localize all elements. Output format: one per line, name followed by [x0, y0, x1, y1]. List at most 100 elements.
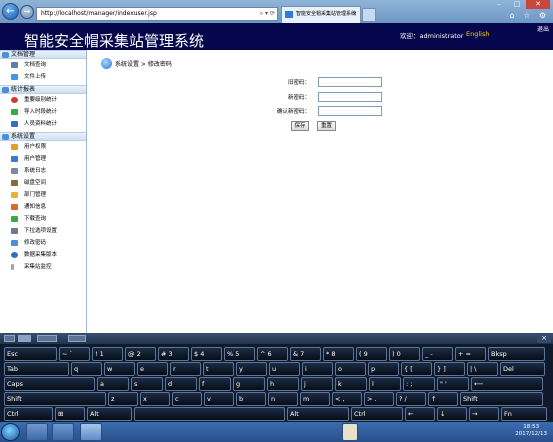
key-del[interactable]: Del	[500, 362, 545, 376]
reset-button[interactable]: 重置	[317, 121, 336, 131]
sidebar-item-disk[interactable]: 磁盘空间	[0, 177, 86, 189]
key-esc[interactable]: Esc	[4, 347, 57, 361]
key-h[interactable]: h	[267, 377, 299, 391]
key-sym1-12[interactable]: } ]	[434, 362, 465, 376]
key-2[interactable]: @ 2	[125, 347, 156, 361]
key-c[interactable]: c	[172, 392, 202, 406]
new-password-field[interactable]	[318, 92, 382, 102]
key-4[interactable]: $ 4	[191, 347, 222, 361]
key-w[interactable]: w	[104, 362, 135, 376]
key-3[interactable]: # 3	[158, 347, 189, 361]
minimize-icon[interactable]: –	[490, 0, 508, 9]
key-8[interactable]: * 8	[323, 347, 354, 361]
key-sym4-7[interactable]: ↓	[437, 407, 467, 421]
key-sym0-12[interactable]: _ -	[422, 347, 453, 361]
key-sym2-10[interactable]: : ;	[403, 377, 435, 391]
keyboard-close-icon[interactable]: ×	[537, 333, 551, 343]
sidebar-section-settings[interactable]: 系统设置	[0, 132, 86, 141]
key-tab[interactable]: Tab	[4, 362, 69, 376]
key-a[interactable]: a	[97, 377, 129, 391]
maximize-icon[interactable]: □	[508, 0, 526, 9]
key-y[interactable]: y	[236, 362, 267, 376]
file-explorer-icon[interactable]	[26, 423, 48, 441]
key-sym2-11[interactable]: " '	[437, 377, 469, 391]
key-ctrl[interactable]: Ctrl	[351, 407, 403, 421]
forward-button[interactable]: →	[20, 5, 34, 19]
key-sym1-13[interactable]: | \	[467, 362, 498, 376]
keyboard-full-icon[interactable]	[18, 335, 31, 342]
sidebar-item-users[interactable]: 用户管理	[0, 153, 86, 165]
key-sym3-10[interactable]: ? /	[396, 392, 426, 406]
key-r[interactable]: r	[170, 362, 201, 376]
sidebar-item-doc-query[interactable]: 文档查询	[0, 59, 86, 71]
key-7[interactable]: & 7	[290, 347, 321, 361]
key-v[interactable]: v	[204, 392, 234, 406]
key-t[interactable]: t	[203, 362, 234, 376]
key-ctrl[interactable]: Ctrl	[4, 407, 53, 421]
tab-close-icon[interactable]: ×	[353, 7, 357, 22]
key-l[interactable]: l	[369, 377, 401, 391]
key-alt[interactable]: Alt	[87, 407, 132, 421]
search-icon[interactable]: ⌕ ▾ ⟳	[260, 8, 275, 20]
key-caps[interactable]: Caps	[4, 377, 95, 391]
handwriting-icon[interactable]	[37, 335, 57, 342]
key-1[interactable]: ! 1	[92, 347, 123, 361]
key-d[interactable]: d	[165, 377, 197, 391]
key-shift[interactable]: Shift	[460, 392, 543, 406]
sidebar-item-file-upload[interactable]: 文件上传	[0, 71, 86, 83]
key-u[interactable]: u	[269, 362, 300, 376]
address-bar[interactable]: http://localhost/manager/indexuser.jsp ⌕…	[36, 7, 278, 21]
key-sym3-9[interactable]: > .	[364, 392, 394, 406]
key-f[interactable]: f	[199, 377, 231, 391]
sidebar-item-monitor[interactable]: 采集站监控	[0, 261, 86, 273]
keyboard-options-icon[interactable]	[68, 335, 86, 342]
browser-tab[interactable]: 智能安全帽采集站管理系统 ×	[281, 6, 361, 23]
sidebar-item-syslog[interactable]: 系统日志	[0, 165, 86, 177]
key-space[interactable]	[134, 407, 285, 421]
start-button[interactable]	[1, 423, 20, 441]
key-sym1-11[interactable]: { [	[401, 362, 432, 376]
key-5[interactable]: % 5	[224, 347, 255, 361]
pen-input-icon[interactable]	[342, 423, 358, 441]
key-6[interactable]: ^ 6	[257, 347, 288, 361]
sidebar-item-notices[interactable]: 通知信息	[0, 201, 86, 213]
sidebar-item-person-stats[interactable]: 人员资料统计	[0, 118, 86, 130]
key-sym3-11[interactable]: ↑	[428, 392, 458, 406]
key-sym4-8[interactable]: →	[469, 407, 499, 421]
key-z[interactable]: z	[108, 392, 138, 406]
key-sym3-8[interactable]: < ,	[332, 392, 362, 406]
key-0[interactable]: ) 0	[389, 347, 420, 361]
key-sym2-12[interactable]: ⟵	[471, 377, 543, 391]
app-icon[interactable]	[52, 423, 74, 441]
sidebar-item-permissions[interactable]: 用户权限	[0, 141, 86, 153]
confirm-password-field[interactable]	[318, 106, 382, 116]
key-j[interactable]: j	[301, 377, 333, 391]
key-s[interactable]: s	[131, 377, 163, 391]
back-button[interactable]: ←	[2, 3, 19, 20]
key-9[interactable]: ( 9	[356, 347, 387, 361]
key-q[interactable]: q	[71, 362, 102, 376]
clock[interactable]: 18:53 2017/12/13	[515, 424, 547, 438]
key-alt[interactable]: Alt	[287, 407, 349, 421]
key-g[interactable]: g	[233, 377, 265, 391]
close-window-icon[interactable]: ✕	[526, 0, 550, 9]
key-b[interactable]: b	[236, 392, 266, 406]
key-o[interactable]: o	[335, 362, 366, 376]
key-e[interactable]: e	[137, 362, 168, 376]
key-m[interactable]: m	[300, 392, 330, 406]
key-sym4-1[interactable]: ⊞	[55, 407, 85, 421]
new-tab-button[interactable]	[362, 8, 376, 22]
key-fn[interactable]: Fn	[501, 407, 547, 421]
keyboard-layout-icon[interactable]	[4, 335, 15, 342]
sidebar-item-version[interactable]: 数据采集版本	[0, 249, 86, 261]
internet-explorer-icon[interactable]	[80, 423, 102, 441]
language-link[interactable]: English	[466, 30, 489, 38]
key-n[interactable]: n	[268, 392, 298, 406]
old-password-field[interactable]	[318, 77, 382, 87]
key-p[interactable]: p	[368, 362, 399, 376]
exit-link[interactable]: 退出	[537, 24, 549, 33]
key-sym0-1[interactable]: ~ `	[59, 347, 90, 361]
sidebar-item-departments[interactable]: 部门管理	[0, 189, 86, 201]
sidebar-section-docs[interactable]: 文档管理	[0, 50, 86, 59]
sidebar-section-reports[interactable]: 统计报表	[0, 85, 86, 94]
